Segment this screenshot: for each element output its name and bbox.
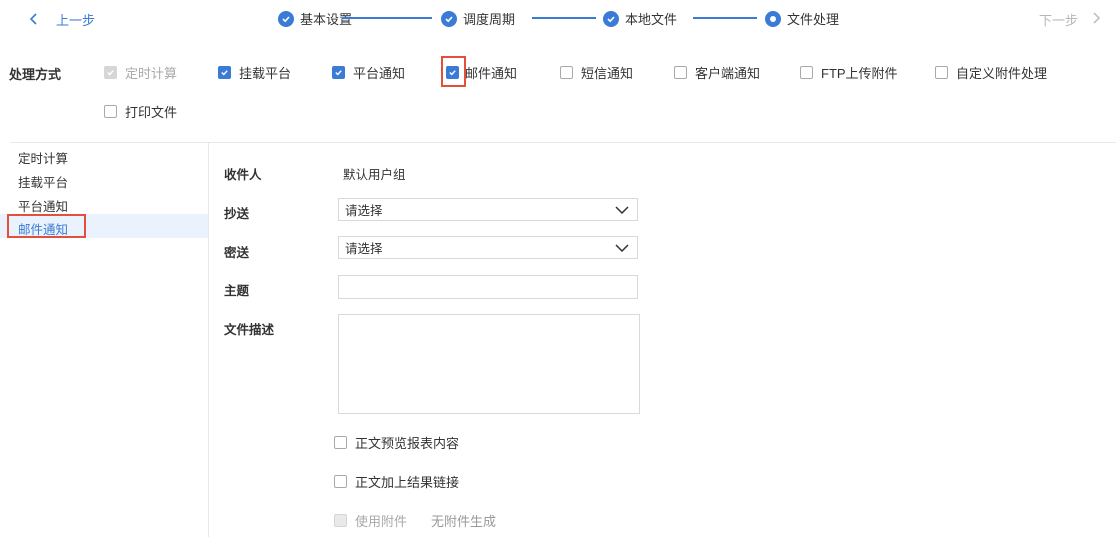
step-connector — [693, 17, 757, 19]
chevron-right-icon — [1092, 12, 1100, 27]
next-step-label: 下一步 — [1038, 13, 1078, 28]
sidenav-item-scheduled-calc[interactable]: 定时计算 — [18, 148, 68, 167]
check-circle-icon — [278, 10, 294, 27]
checkbox[interactable] — [332, 66, 345, 79]
step-file-processing[interactable]: 文件处理 — [765, 9, 839, 28]
bcc-select[interactable]: 请选择 — [338, 236, 638, 259]
recipient-label: 收件人 — [224, 168, 262, 182]
step-label: 文件处理 — [787, 12, 840, 27]
divider — [10, 142, 1116, 143]
chevron-down-icon — [615, 203, 629, 217]
sidenav-item-email-notify[interactable]: 邮件通知 — [18, 219, 68, 238]
result-link-checkbox[interactable]: 正文加上结果链接 — [334, 472, 459, 491]
method-mount-platform[interactable]: 挂载平台 — [218, 63, 291, 82]
cc-select-value: 请选择 — [345, 204, 383, 218]
checkbox — [334, 514, 347, 527]
checkbox[interactable] — [800, 66, 813, 79]
checkbox[interactable] — [560, 66, 573, 79]
checkbox — [104, 66, 117, 79]
sidenav-item-mount-platform[interactable]: 挂载平台 — [18, 172, 68, 191]
method-custom-attachment[interactable]: 自定义附件处理 — [935, 63, 1047, 82]
method-email-notify[interactable]: 邮件通知 — [446, 63, 517, 82]
stepper-bar: 上一步 基本设置 调度周期 本地文件 文件处理 下一步 — [0, 0, 1116, 36]
use-attachment-checkbox: 使用附件 无附件生成 — [334, 511, 496, 530]
prev-step-label: 上一步 — [56, 13, 96, 28]
bcc-select-value: 请选择 — [345, 242, 383, 256]
current-step-icon — [765, 10, 781, 27]
desc-label: 文件描述 — [224, 323, 275, 337]
bcc-label: 密送 — [224, 246, 250, 260]
step-schedule[interactable]: 调度周期 — [441, 9, 515, 28]
checkbox[interactable] — [334, 475, 347, 488]
chevron-down-icon — [615, 241, 629, 255]
recipient-value: 默认用户组 — [343, 168, 406, 182]
cc-label: 抄送 — [224, 207, 250, 221]
cc-select[interactable]: 请选择 — [338, 198, 638, 221]
checkbox[interactable] — [104, 105, 117, 118]
divider — [208, 143, 209, 537]
checkbox[interactable] — [218, 66, 231, 79]
next-step-button[interactable]: 下一步 — [1039, 10, 1100, 29]
method-sms-notify[interactable]: 短信通知 — [560, 63, 633, 82]
checkbox[interactable] — [334, 436, 347, 449]
step-connector — [342, 17, 432, 19]
checkbox[interactable] — [935, 66, 948, 79]
method-print-file[interactable]: 打印文件 — [104, 102, 177, 121]
step-label: 调度周期 — [463, 12, 516, 27]
method-ftp-upload[interactable]: FTP上传附件 — [800, 63, 898, 82]
method-scheduled-calc: 定时计算 — [104, 63, 177, 82]
methods-title: 处理方式 — [9, 67, 62, 82]
subject-label: 主题 — [224, 284, 250, 298]
checkbox[interactable] — [446, 66, 459, 79]
method-platform-notify[interactable]: 平台通知 — [332, 63, 405, 82]
subject-input[interactable] — [338, 275, 638, 299]
check-circle-icon — [603, 10, 619, 27]
preview-report-checkbox[interactable]: 正文预览报表内容 — [334, 433, 459, 452]
sidenav-item-platform-notify[interactable]: 平台通知 — [18, 196, 68, 215]
step-connector — [532, 17, 596, 19]
attachment-note: 无附件生成 — [431, 514, 497, 529]
step-label: 本地文件 — [625, 12, 678, 27]
step-local-file[interactable]: 本地文件 — [603, 9, 677, 28]
check-circle-icon — [441, 10, 457, 27]
chevron-left-icon — [29, 12, 38, 28]
step-basic-settings[interactable]: 基本设置 — [278, 9, 352, 28]
method-client-notify[interactable]: 客户端通知 — [674, 63, 760, 82]
desc-textarea[interactable] — [338, 314, 640, 414]
checkbox[interactable] — [674, 66, 687, 79]
prev-step-button[interactable]: 上一步 — [29, 10, 96, 29]
